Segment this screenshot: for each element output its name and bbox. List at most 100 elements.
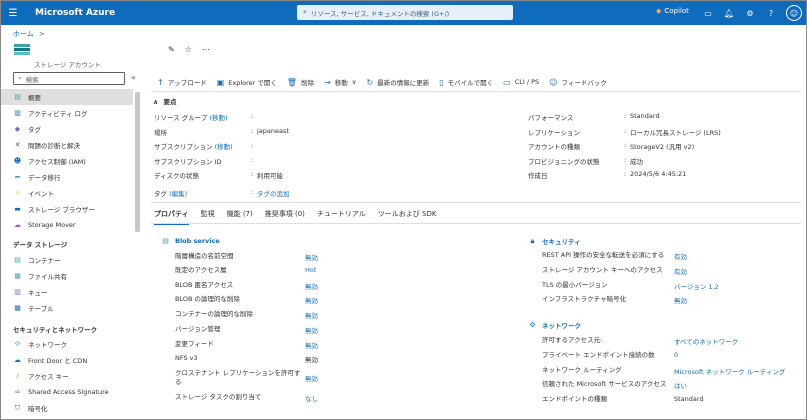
resource-menu: ⌕ 検索 « ▤ 概要 ▥ アクティビティ ログ ◆ タグ ✕ 問題の診断と解決…	[1, 69, 143, 419]
hamburger-menu-icon[interactable]: ☰	[1, 1, 25, 25]
menu-item-networking[interactable]: ⟐ ネットワーク	[1, 336, 133, 352]
portal-title[interactable]: Microsoft Azure	[35, 8, 115, 18]
terminal-icon: ▭	[503, 77, 511, 87]
refresh-button[interactable]: ↻ 最新の情報に更新	[366, 77, 430, 88]
chevron-down-icon: ∨	[351, 78, 357, 86]
chevron-up-icon: ∧	[153, 98, 159, 106]
global-search-input[interactable]: ⌕ リソース, サービス, ドキュメントの検索 (G+/)	[297, 5, 513, 20]
feedback-button[interactable]: ☺ フィードバック	[549, 77, 607, 88]
lock-icon: 🔒︎	[530, 236, 535, 245]
tags-edit-link[interactable]: (編集)	[169, 190, 187, 198]
menu-item-iam[interactable]: ☻ アクセス制御 (IAM)	[1, 153, 133, 169]
mobile-icon: ▯	[439, 77, 444, 87]
menu-section-security[interactable]: セキュリティとネットワーク	[13, 324, 97, 334]
people-icon: ☻	[13, 157, 22, 165]
explorer-icon: ▣	[216, 77, 225, 87]
blob-service-icon: ▤	[162, 236, 169, 245]
tabs-divider	[151, 223, 801, 224]
more-options-icon[interactable]: ⋯	[202, 45, 210, 54]
network-icon: ⟐	[14, 339, 21, 348]
cloud-shell-icon[interactable]: ▭	[701, 6, 715, 20]
top-bar: ☰ Microsoft Azure ⌕ リソース, サービス, ドキュメントの検…	[1, 1, 806, 25]
table-icon: ▦	[14, 304, 21, 312]
menu-item-queues[interactable]: ▥ キュー	[1, 284, 133, 300]
add-tags-link[interactable]: タグの追加	[257, 188, 290, 198]
collapse-menu-icon[interactable]: «	[131, 73, 136, 82]
subscription-move-link[interactable]: (移動)	[215, 143, 233, 151]
breadcrumb-separator: >	[39, 30, 45, 38]
wrench-icon: ✕	[14, 141, 21, 149]
divider	[151, 91, 801, 92]
menu-section-data-storage[interactable]: データ ストレージ	[13, 239, 67, 249]
arrow-right-icon: →	[324, 77, 331, 87]
feedback-icon: ☺	[549, 77, 558, 87]
network-title[interactable]: ネットワーク	[542, 320, 581, 330]
menu-item-access-keys[interactable]: ⚷ アクセス キー	[1, 368, 133, 384]
resource-group-move-link[interactable]: (移動)	[209, 114, 227, 122]
menu-item-activity-log[interactable]: ▥ アクティビティ ログ	[1, 105, 133, 121]
essentials-toggle[interactable]: ∧ 要点	[153, 96, 177, 106]
header-actions: ✎ ☆ ⋯	[168, 45, 210, 54]
divider	[151, 202, 801, 203]
security-title[interactable]: セキュリティ	[542, 236, 581, 246]
overview-icon: ▤	[14, 93, 21, 101]
cloud-icon: ☁	[14, 356, 21, 364]
migrate-icon: ➦	[14, 173, 21, 181]
copilot-button[interactable]: ◆ Copilot	[656, 7, 689, 15]
delete-button[interactable]: 🗑︎ 削除	[286, 77, 314, 88]
menu-item-front-door[interactable]: ☁ Front Door と CDN	[1, 352, 133, 368]
blob-service-section: ▤ Blob service	[161, 236, 220, 245]
command-bar: ↑ アップロード ▣ Explorer で開く 🗑︎ 削除 → 移動 ∨ ↻ 最新の情報に更…	[157, 77, 617, 88]
menu-scrollbar[interactable]	[135, 92, 140, 232]
copilot-icon: ◆	[656, 7, 662, 15]
blob-service-title[interactable]: Blob service	[175, 237, 220, 245]
file-share-icon: ▦	[14, 272, 21, 280]
breadcrumb: ホーム >	[13, 29, 45, 39]
menu-item-overview[interactable]: ▤ 概要	[1, 89, 133, 105]
menu-item-storage-mover[interactable]: ☁ Storage Mover	[1, 217, 133, 233]
shield-icon: ⛉	[14, 403, 21, 412]
menu-item-events[interactable]: ⚡︎ イベント	[1, 185, 133, 201]
folder-icon: ▬	[14, 205, 21, 213]
refresh-icon: ↻	[366, 77, 374, 87]
upload-icon: ↑	[157, 77, 164, 87]
security-section: 🔒︎ セキュリティ	[528, 236, 581, 247]
menu-item-file-shares[interactable]: ▦ ファイル共有	[1, 268, 133, 284]
breadcrumb-home[interactable]: ホーム	[13, 30, 34, 38]
mover-icon: ☁	[14, 221, 21, 229]
favorite-star-icon[interactable]: ☆	[185, 45, 192, 54]
open-explorer-button[interactable]: ▣ Explorer で開く	[216, 77, 277, 88]
lightning-icon: ⚡︎	[15, 189, 20, 197]
search-icon: ⌕	[303, 8, 307, 16]
key-icon: ⚷	[14, 372, 21, 380]
account-avatar-icon[interactable]: ☺	[786, 5, 802, 21]
menu-item-data-migration[interactable]: ➦ データ移行	[1, 169, 133, 185]
network-section: ⟐ ネットワーク	[528, 320, 581, 331]
menu-item-tags[interactable]: ◆ タグ	[1, 121, 133, 137]
activity-log-icon: ▥	[14, 109, 21, 117]
link-icon: ∞	[14, 388, 21, 396]
settings-gear-icon[interactable]: ⚙	[743, 6, 757, 20]
menu-search-input[interactable]: ⌕ 検索	[13, 72, 125, 85]
upload-button[interactable]: ↑ アップロード	[157, 77, 207, 88]
resource-type-label: ストレージ アカウント	[34, 61, 101, 69]
menu-item-containers[interactable]: ▤ コンテナー	[1, 252, 133, 268]
cli-ps-button[interactable]: ▭ CLI / PS	[503, 78, 539, 87]
notifications-bell-icon[interactable]: 🔔︎	[722, 6, 736, 20]
trash-icon: 🗑︎	[286, 77, 298, 87]
menu-item-storage-browser[interactable]: ▬ ストレージ ブラウザー	[1, 201, 133, 217]
tag-icon: ◆	[14, 125, 21, 133]
menu-item-diagnose[interactable]: ✕ 問題の診断と解決	[1, 137, 133, 153]
container-icon: ▤	[14, 256, 21, 264]
menu-item-tables[interactable]: ▦ テーブル	[1, 300, 133, 316]
move-button[interactable]: → 移動 ∨	[324, 77, 357, 88]
menu-item-sas[interactable]: ∞ Shared Access Signature	[1, 384, 133, 400]
search-placeholder: リソース, サービス, ドキュメントの検索 (G+/)	[310, 9, 450, 18]
pin-icon[interactable]: ✎	[168, 45, 175, 54]
open-mobile-button[interactable]: ▯ モバイルで開く	[439, 77, 493, 88]
help-icon[interactable]: ?	[764, 6, 778, 20]
azure-portal-window: ☰ Microsoft Azure ⌕ リソース, サービス, ドキュメントの検…	[0, 0, 807, 420]
queue-icon: ▥	[14, 288, 21, 296]
storage-account-icon	[14, 44, 30, 58]
menu-item-encryption[interactable]: ⛉ 暗号化	[1, 400, 133, 416]
